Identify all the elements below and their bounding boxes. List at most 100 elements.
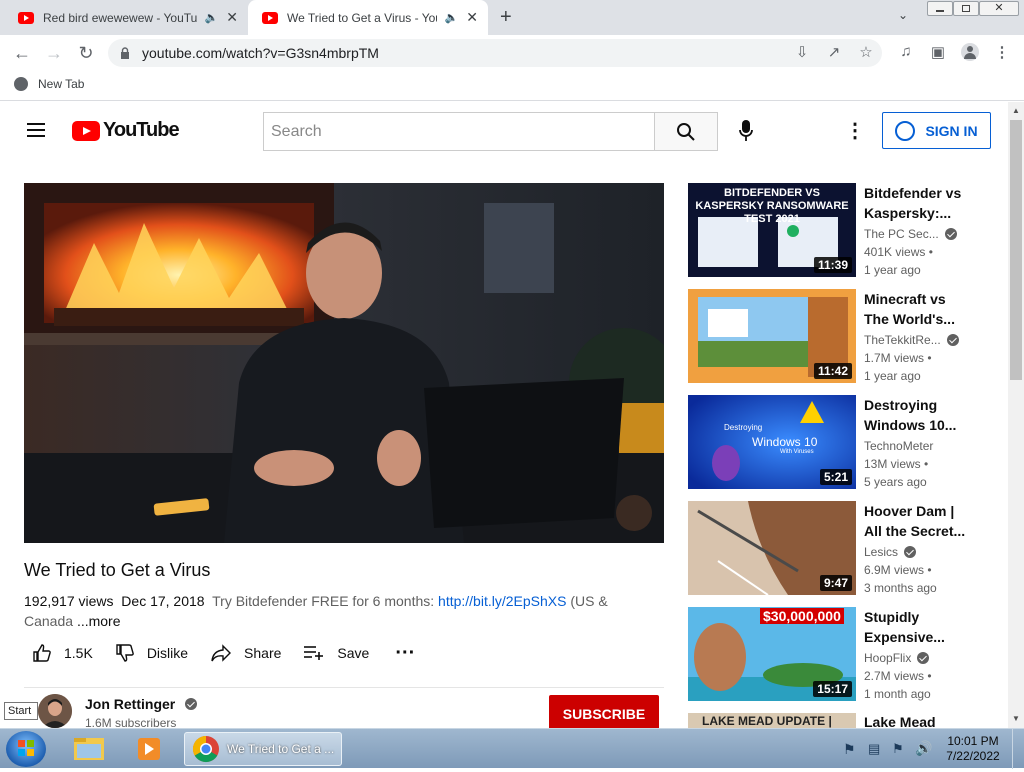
tab-we-tried-virus[interactable]: We Tried to Get a Virus - YouTube 🔈 ✕ [248, 0, 488, 35]
youtube-logo[interactable]: YouTube [72, 119, 180, 142]
recommendation-channel[interactable]: TheTekkitRe... [864, 333, 959, 347]
back-arrow-icon[interactable]: ← [10, 41, 34, 65]
thumbnail[interactable]: 9:47 [688, 501, 856, 595]
install-app-icon[interactable]: ⇩ [792, 43, 812, 63]
search-button[interactable] [654, 112, 718, 151]
lock-icon [121, 47, 129, 59]
recommendation-item[interactable]: LAKE MEAD UPDATE | Lake Mead [688, 713, 998, 728]
bookmark-new-tab[interactable]: New Tab [14, 77, 84, 91]
recommendation-item[interactable]: $30,000,000 15:17 Stupidly Expensive... … [688, 607, 998, 701]
duration-badge: 9:47 [819, 575, 852, 591]
restore-button[interactable] [953, 1, 979, 16]
minimize-button[interactable] [927, 1, 953, 16]
save-playlist-icon [304, 646, 324, 660]
reload-icon[interactable]: ↻ [74, 41, 98, 65]
media-player-taskbar-button[interactable] [124, 732, 176, 766]
search-icon [677, 122, 695, 141]
speaker-icon: 🔈 [204, 12, 219, 24]
share-button[interactable]: Share [210, 640, 281, 666]
thumbnail[interactable]: BITDEFENDER VS KASPERSKY RANSOMWARE TEST… [688, 183, 856, 277]
scroll-down-arrow-icon[interactable]: ▼ [1012, 714, 1020, 723]
video-actions-bar: 1.5K Dislike Share Save ··· [24, 640, 437, 666]
recommendation-item[interactable]: BITDEFENDER VS KASPERSKY RANSOMWARE TEST… [688, 183, 998, 277]
tab-red-bird[interactable]: Red bird ewewewew - YouTube 🔈 ✕ [4, 0, 248, 35]
system-clock[interactable]: 10:01 PM 7/22/2022 [942, 734, 1004, 764]
microphone-icon [739, 120, 753, 141]
thumbnail-text: BITDEFENDER VS KASPERSKY RANSOMWARE TEST… [695, 187, 849, 225]
windows-taskbar: We Tried to Get a ... ⚑ ▤ ⚑ 🔊 10:01 PM 7… [0, 728, 1024, 769]
explorer-taskbar-button[interactable] [64, 732, 116, 766]
recommendation-title[interactable]: Minecraft vs The World's... [864, 289, 974, 329]
security-flag-icon[interactable]: ⚑ [892, 741, 904, 757]
tab-strip: Red bird ewewewew - YouTube 🔈 ✕ We Tried… [0, 0, 1024, 35]
tab-title: We Tried to Get a Virus - YouTube [287, 10, 437, 25]
more-actions-icon[interactable]: ··· [395, 640, 415, 666]
youtube-favicon-icon [18, 11, 34, 24]
close-tab-icon[interactable]: ✕ [466, 9, 478, 26]
recommendation-channel[interactable]: TechnoMeter [864, 439, 933, 453]
address-bar[interactable]: youtube.com/watch?v=G3sn4mbrpTM [108, 39, 882, 67]
show-more-link[interactable]: ...more [77, 613, 121, 629]
network-icon[interactable]: ▤ [868, 741, 880, 757]
recommendation-item[interactable]: 9:47 Hoover Dam | All the Secret... Lesi… [688, 501, 998, 595]
share-icon[interactable]: ↗ [824, 43, 844, 63]
thumbnail[interactable]: $30,000,000 15:17 [688, 607, 856, 701]
recommendation-item[interactable]: Destroying Windows 10 With Viruses 5:21 … [688, 395, 998, 489]
hamburger-menu-icon[interactable] [27, 123, 45, 137]
scrollbar-thumb[interactable] [1010, 120, 1022, 380]
recommendation-channel[interactable]: HoopFlix [864, 651, 930, 665]
start-button[interactable] [6, 731, 46, 767]
recommendation-title[interactable]: Lake Mead [864, 713, 974, 728]
chrome-taskbar-button[interactable]: We Tried to Get a ... [184, 732, 342, 766]
subscribe-button[interactable]: SUBSCRIBE [549, 695, 659, 732]
scroll-up-arrow-icon[interactable]: ▲ [1012, 106, 1020, 115]
like-button[interactable]: 1.5K [32, 640, 93, 666]
channel-name-text: Jon Rettinger [85, 696, 176, 712]
description-link[interactable]: http://bit.ly/2EpShXS [438, 593, 566, 609]
chrome-taskbar-label: We Tried to Get a ... [227, 742, 335, 756]
sign-in-button[interactable]: SIGN IN [882, 112, 991, 149]
avatar-image [38, 694, 72, 728]
recommendation-channel[interactable]: Lesics [864, 545, 917, 559]
recommendation-channel[interactable]: The PC Sec... [864, 227, 957, 241]
search-input[interactable]: Search [263, 112, 655, 151]
action-center-flag-icon[interactable]: ⚑ [843, 741, 856, 758]
thumbnail[interactable]: Destroying Windows 10 With Viruses 5:21 [688, 395, 856, 489]
channel-avatar[interactable] [38, 694, 72, 728]
media-control-icon[interactable]: ♫ [896, 43, 916, 63]
new-tab-plus-icon[interactable]: + [500, 6, 512, 29]
save-button[interactable]: Save [303, 640, 369, 666]
recommendation-title[interactable]: Hoover Dam | All the Secret... [864, 501, 974, 541]
recommendation-title[interactable]: Destroying Windows 10... [864, 395, 974, 435]
channel-name[interactable]: Jon Rettinger [85, 696, 198, 712]
duration-badge: 15:17 [813, 681, 852, 697]
dislike-button[interactable]: Dislike [115, 640, 188, 666]
thumbs-up-icon [33, 644, 51, 662]
thumbnail[interactable]: 11:42 [688, 289, 856, 383]
verified-badge-icon [944, 228, 957, 240]
thumbnail[interactable]: LAKE MEAD UPDATE | [688, 713, 856, 728]
settings-more-icon[interactable]: ⋮ [845, 120, 865, 144]
recommendation-title[interactable]: Stupidly Expensive... [864, 607, 974, 647]
recommendation-item[interactable]: 11:42 Minecraft vs The World's... TheTek… [688, 289, 998, 383]
media-player-icon [138, 738, 160, 760]
close-window-button[interactable]: ✕ [979, 1, 1019, 16]
video-player[interactable] [24, 183, 664, 543]
close-tab-icon[interactable]: ✕ [226, 9, 238, 26]
youtube-logo-text: YouTube [103, 119, 180, 141]
bookmark-star-icon[interactable]: ☆ [856, 43, 876, 63]
video-description[interactable]: 192,917 views Dec 17, 2018 Try Bitdefend… [24, 591, 634, 631]
profile-icon[interactable] [960, 43, 980, 63]
channel-text: TechnoMeter [864, 439, 934, 453]
speaker-icon: 🔈 [444, 12, 459, 24]
voice-search-button[interactable] [733, 118, 759, 144]
forward-arrow-icon[interactable]: → [42, 41, 66, 65]
recommendation-title[interactable]: Bitdefender vs Kaspersky:... [864, 183, 974, 223]
page-scrollbar[interactable]: ▲ ▼ [1008, 102, 1024, 728]
tab-search-chevron-icon[interactable]: ⌄ [898, 8, 908, 22]
chrome-menu-icon[interactable]: ⋮ [992, 43, 1012, 63]
recommendation-age: 1 year ago [864, 369, 921, 383]
volume-icon[interactable]: 🔊 [915, 740, 932, 757]
side-panel-icon[interactable]: ▣ [928, 43, 948, 63]
show-desktop-button[interactable] [1012, 729, 1024, 769]
